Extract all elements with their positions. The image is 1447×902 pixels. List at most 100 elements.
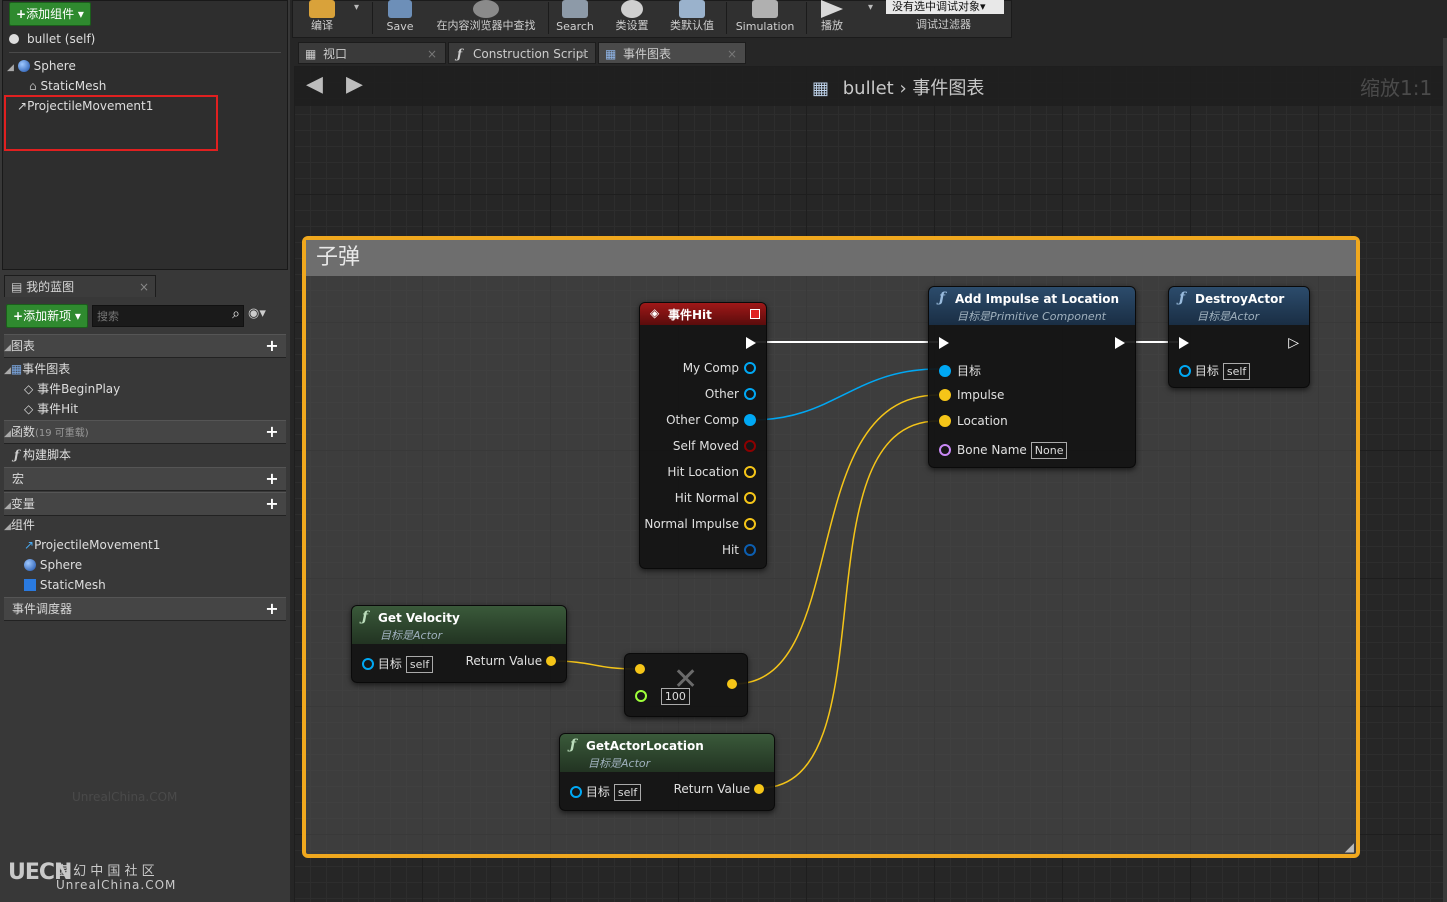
node-event-hit[interactable]: ◈ 事件Hit My Comp Other Other Comp Self Moved…: [639, 302, 767, 569]
search-input[interactable]: [93, 306, 219, 326]
close-icon[interactable]: ×: [427, 43, 437, 65]
add-component-button[interactable]: +添加组件 ▾: [9, 2, 91, 26]
variable-sphere[interactable]: Sphere: [24, 555, 82, 575]
section-graphs[interactable]: ◢图表 +: [4, 334, 286, 358]
compile-dropdown-icon[interactable]: ▾: [354, 2, 359, 13]
object-pin-icon[interactable]: [1179, 365, 1191, 377]
pin-target[interactable]: 目标 self: [362, 655, 434, 673]
pin-target[interactable]: 目标 self: [1179, 362, 1251, 380]
pin-target[interactable]: 目标 self: [570, 783, 642, 801]
vector-pin-icon[interactable]: [727, 679, 737, 689]
section-dispatchers[interactable]: 事件调度器 +: [4, 597, 286, 621]
debug-object-select[interactable]: 没有选中调试对象▾: [886, 0, 1004, 14]
item-begin-play[interactable]: ◇ 事件BeginPlay: [24, 379, 120, 399]
simulation-button[interactable]: Simulation: [730, 0, 800, 36]
close-icon[interactable]: ×: [727, 43, 737, 65]
pin-self-moved[interactable]: Self Moved: [673, 439, 756, 453]
collapse-arrow-icon: ◢: [4, 366, 11, 376]
vector-pin-icon[interactable]: [754, 784, 764, 794]
pin-other[interactable]: Other: [705, 387, 756, 401]
pin-return-value[interactable]: Return Value: [466, 654, 556, 668]
class-settings-button[interactable]: 类设置: [608, 0, 656, 36]
my-blueprint-tab[interactable]: ▤ 我的蓝图 ×: [4, 275, 156, 299]
vector-pin-icon[interactable]: [546, 656, 556, 666]
exec-out-pin[interactable]: [746, 337, 756, 349]
pin-dot-icon[interactable]: [744, 518, 756, 530]
pin-other-comp[interactable]: Other Comp: [666, 413, 756, 427]
close-icon[interactable]: ×: [577, 43, 587, 65]
node-multiply[interactable]: ✕ 100: [624, 653, 748, 717]
item-construction-script[interactable]: ƒ 构建脚本: [14, 445, 71, 465]
find-in-browser-button[interactable]: 在内容浏览器中查找: [430, 0, 542, 36]
bone-name-value[interactable]: None: [1030, 442, 1068, 459]
event-delegate-icon[interactable]: [750, 309, 760, 319]
search-icon[interactable]: ⌕: [232, 306, 240, 322]
pin-dot-icon[interactable]: [939, 444, 951, 456]
pin-dot-icon[interactable]: [939, 389, 951, 401]
pin-bone-name[interactable]: Bone Name None: [939, 442, 1068, 459]
pin-hit-location[interactable]: Hit Location: [667, 465, 756, 479]
magnifier-icon: [473, 0, 499, 18]
section-macros[interactable]: 宏 +: [4, 467, 286, 491]
play-dropdown-icon[interactable]: ▾: [868, 2, 873, 13]
tab-viewport[interactable]: ▦ 视口 ×: [298, 42, 446, 64]
play-button[interactable]: 播放: [810, 0, 854, 36]
pin-location[interactable]: Location: [939, 414, 1008, 428]
add-function-icon[interactable]: +: [264, 424, 280, 440]
component-item-staticmesh[interactable]: ⌂ StaticMesh: [29, 76, 106, 96]
pin-normal-impulse[interactable]: Normal Impulse: [644, 517, 756, 531]
exec-out-pin-outline-icon[interactable]: ▷: [1288, 335, 1299, 351]
component-item-self[interactable]: bullet (self): [9, 29, 95, 49]
pin-dot-icon[interactable]: [744, 362, 756, 374]
add-variable-icon[interactable]: +: [264, 496, 280, 512]
node-get-actor-location[interactable]: ƒ GetActorLocation 目标是Actor 目标 self Retur…: [559, 733, 775, 811]
node-destroy-actor[interactable]: ƒ DestroyActor 目标是Actor ▷ 目标 self: [1168, 286, 1310, 388]
exec-in-pin[interactable]: [1179, 337, 1189, 349]
section-functions[interactable]: ◢函数(19 可重载) +: [4, 420, 286, 444]
class-defaults-button[interactable]: 类默认值: [664, 0, 720, 36]
pin-dot-icon[interactable]: [744, 414, 756, 426]
item-event-hit[interactable]: ◇ 事件Hit: [24, 399, 78, 419]
vector-pin-icon[interactable]: [635, 664, 645, 674]
object-pin-icon[interactable]: [362, 658, 374, 670]
variable-projectilemovement[interactable]: ↗ProjectileMovement1: [24, 535, 160, 555]
pin-target[interactable]: 目标: [939, 362, 981, 379]
item-event-graph[interactable]: ◢▦事件图表: [4, 359, 70, 379]
pin-impulse[interactable]: Impulse: [939, 388, 1004, 402]
eye-icon[interactable]: ◉▾: [248, 306, 266, 321]
node-get-velocity[interactable]: ƒ Get Velocity 目标是Actor 目标 self Return Va…: [351, 605, 567, 683]
pin-hit[interactable]: Hit: [722, 543, 756, 557]
pin-return-value[interactable]: Return Value: [674, 782, 764, 796]
float-pin-icon[interactable]: [635, 690, 647, 702]
tab-construction-script[interactable]: ƒ Construction Script ×: [448, 42, 596, 64]
pin-hit-normal[interactable]: Hit Normal: [675, 491, 756, 505]
variable-staticmesh[interactable]: StaticMesh: [24, 575, 106, 595]
save-button[interactable]: Save: [378, 0, 422, 36]
pin-dot-icon[interactable]: [939, 365, 951, 377]
component-item-sphere[interactable]: ◢ Sphere: [7, 56, 76, 76]
close-icon[interactable]: ×: [139, 276, 149, 298]
exec-in-pin[interactable]: [939, 337, 949, 349]
pin-dot-icon[interactable]: [744, 466, 756, 478]
section-variables[interactable]: ◢变量 +: [4, 492, 286, 516]
node-add-impulse[interactable]: ƒ Add Impulse at Location 目标是Primitive C…: [928, 286, 1136, 468]
add-macro-icon[interactable]: +: [264, 471, 280, 487]
exec-out-pin[interactable]: [1115, 337, 1125, 349]
pin-dot-icon[interactable]: [744, 388, 756, 400]
search-box[interactable]: ⌕: [92, 305, 244, 327]
pin-dot-icon[interactable]: [744, 544, 756, 556]
search-button[interactable]: Search: [552, 0, 598, 36]
object-pin-icon[interactable]: [570, 786, 582, 798]
add-dispatcher-icon[interactable]: +: [264, 601, 280, 617]
compile-button[interactable]: 编译: [296, 0, 348, 36]
pin-dot-icon[interactable]: [744, 492, 756, 504]
pin-dot-icon[interactable]: [744, 440, 756, 452]
pin-dot-icon[interactable]: [939, 415, 951, 427]
pin-my-comp[interactable]: My Comp: [683, 361, 756, 375]
tab-event-graph[interactable]: ▦ 事件图表 ×: [598, 42, 746, 64]
graph-canvas[interactable]: ◀ ▶ ▦ bullet › 事件图表 缩放1:1 子弹 ◢ ◈ 事件Hit M…: [294, 66, 1443, 902]
add-new-button[interactable]: +添加新项 ▾: [6, 304, 88, 328]
pin-float-input[interactable]: 100: [635, 688, 690, 705]
item-components-group[interactable]: ◢组件: [4, 515, 35, 535]
add-graph-icon[interactable]: +: [264, 338, 280, 354]
